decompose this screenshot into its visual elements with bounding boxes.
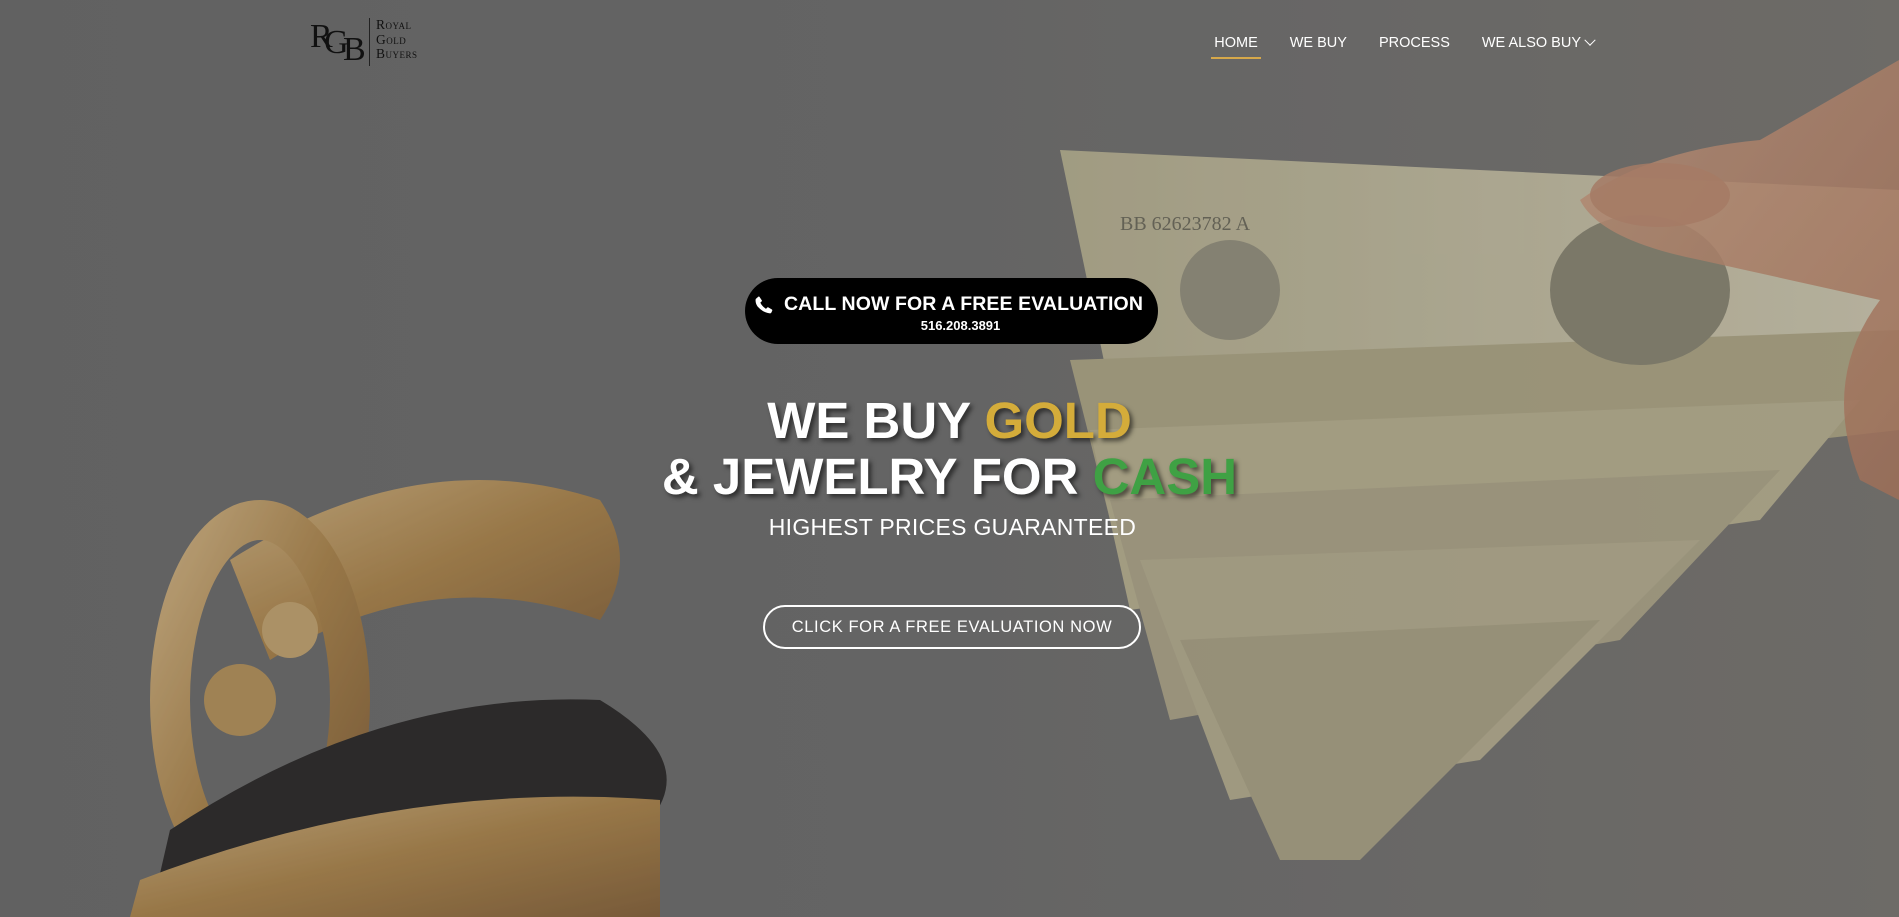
hero-headline: WE BUY GOLD & JEWELRY FOR CASH — [0, 393, 1899, 505]
call-now-top-row: CALL NOW FOR A FREE EVALUATION — [745, 293, 1158, 316]
hero-subheadline: HIGHEST PRICES GUARANTEED — [768, 514, 1137, 540]
hero-section: BB 62623782 A RGB Royal Gold Buyers HOME… — [0, 0, 1899, 917]
logo-line-royal: Royal — [376, 17, 412, 32]
nav-item-home[interactable]: HOME — [1211, 35, 1261, 59]
free-evaluation-button-label: CLICK FOR A FREE EVALUATION NOW — [791, 617, 1113, 636]
nav-item-label: WE BUY — [1289, 35, 1347, 51]
logo-line-gold: Gold — [376, 31, 407, 47]
chevron-down-icon — [1584, 34, 1596, 46]
call-now-label: CALL NOW FOR A FREE EVALUATION — [783, 293, 1144, 315]
nav-item-we-also-buy[interactable]: WE ALSO BUY — [1481, 34, 1596, 59]
headline-line-2-text: & JEWELRY FOR — [661, 448, 1093, 505]
nav-item-we-buy[interactable]: WE BUY — [1290, 35, 1347, 59]
phone-icon — [755, 295, 773, 313]
nav-item-label: WE ALSO BUY — [1481, 35, 1581, 51]
headline-cash-word: CASH — [1092, 448, 1238, 505]
nav-item-process[interactable]: PROCESS — [1379, 35, 1450, 59]
site-header: RGB Royal Gold Buyers HOME WE BUY PROCES… — [0, 0, 1899, 90]
logo-wordmark: Royal Gold Buyers — [376, 17, 418, 62]
site-logo[interactable]: RGB Royal Gold Buyers — [310, 17, 418, 68]
logo-divider — [369, 18, 370, 66]
headline-gold-word: GOLD — [984, 392, 1132, 449]
headline-line-2: & JEWELRY FOR CASH — [0, 449, 1899, 505]
main-nav: HOME WE BUY PROCESS WE ALSO BUY — [1182, 34, 1596, 59]
logo-monogram: RGB — [310, 18, 366, 68]
headline-line-1-text: WE BUY — [767, 392, 985, 449]
call-phone-number: 516.208.3891 — [920, 318, 1001, 333]
nav-item-label: HOME — [1214, 35, 1258, 51]
call-now-button[interactable]: CALL NOW FOR A FREE EVALUATION 516.208.3… — [745, 278, 1158, 344]
headline-line-1: WE BUY GOLD — [0, 393, 1899, 449]
logo-line-buyers: Buyers — [376, 46, 418, 61]
nav-item-label: PROCESS — [1378, 35, 1450, 51]
free-evaluation-button[interactable]: CLICK FOR A FREE EVALUATION NOW — [763, 605, 1141, 649]
